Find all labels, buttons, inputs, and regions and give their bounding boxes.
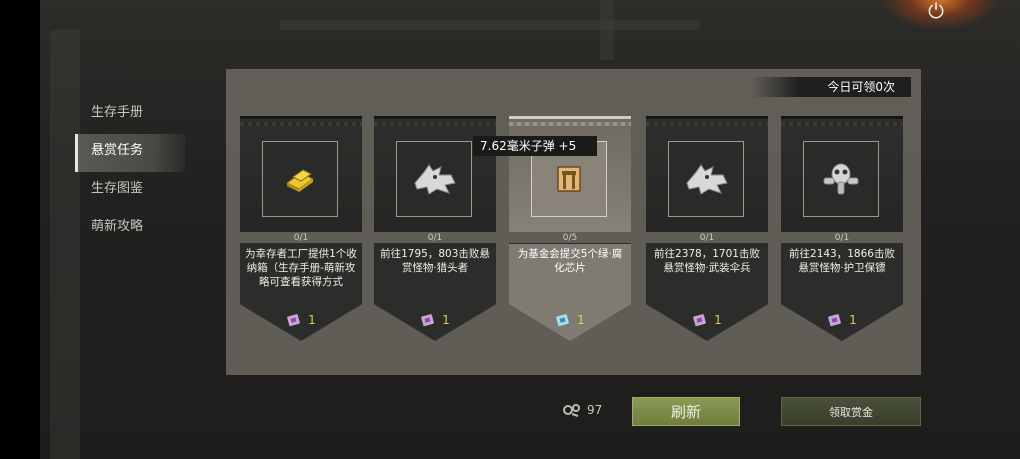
background-beam bbox=[280, 20, 700, 30]
gasmask-icon bbox=[803, 141, 879, 217]
card-header bbox=[646, 116, 768, 232]
task-description: 为基金会提交5个绿·腐化芯片 bbox=[517, 248, 623, 274]
task-progress: 0/1 bbox=[427, 233, 443, 243]
chip-reward-icon bbox=[693, 314, 707, 327]
reward-count: 1 bbox=[577, 313, 585, 327]
bounty-card[interactable]: 0/1 为幸存者工厂提供1个收纳箱（生存手册-萌新攻略可查看获得方式 1 bbox=[240, 116, 362, 341]
task-description: 前往2143，1866击败悬赏怪物·护卫保镖 bbox=[789, 248, 895, 274]
chip-reward-icon bbox=[421, 314, 435, 327]
card-header bbox=[781, 116, 903, 232]
bounty-card[interactable]: 0/1 前往2143，1866击败悬赏怪物·护卫保镖 1 bbox=[781, 116, 903, 341]
card-body: 前往1795，803击败悬赏怪物·猎头者 1 bbox=[374, 244, 496, 341]
task-progress: 0/1 bbox=[293, 233, 309, 243]
reward-count: 1 bbox=[308, 313, 316, 327]
card-body: 前往2378，1701击败悬赏怪物·武装伞兵 1 bbox=[646, 244, 768, 341]
card-header bbox=[240, 116, 362, 232]
task-progress: 0/1 bbox=[699, 233, 715, 243]
chip-reward-icon bbox=[287, 314, 301, 327]
task-description: 前往1795，803击败悬赏怪物·猎头者 bbox=[380, 248, 490, 274]
sidebar-item-beginner-guide[interactable]: 萌新攻略 bbox=[75, 210, 185, 248]
reward-count: 1 bbox=[442, 313, 450, 327]
sidebar-item-survival-codex[interactable]: 生存图鉴 bbox=[75, 172, 185, 210]
wolf-head-icon bbox=[668, 141, 744, 217]
divider bbox=[374, 243, 496, 244]
refresh-button[interactable]: 刷新 bbox=[632, 397, 740, 426]
daily-claims-label: 今日可领0次 bbox=[751, 77, 911, 97]
currency-display: 97 bbox=[562, 402, 602, 418]
reward-count: 1 bbox=[849, 313, 857, 327]
reward: 1 bbox=[646, 311, 768, 329]
gear-parts-icon bbox=[563, 404, 580, 417]
reward: 1 bbox=[509, 311, 631, 329]
card-header bbox=[374, 116, 496, 232]
currency-value: 97 bbox=[587, 403, 603, 417]
card-header bbox=[509, 116, 631, 232]
divider bbox=[509, 243, 631, 244]
divider bbox=[240, 243, 362, 244]
task-progress: 0/1 bbox=[834, 233, 850, 243]
divider bbox=[646, 243, 768, 244]
side-menu: 生存手册 悬赏任务 生存图鉴 萌新攻略 bbox=[75, 96, 185, 248]
task-description: 前往2378，1701击败悬赏怪物·武装伞兵 bbox=[654, 248, 760, 274]
claim-bounty-button[interactable]: 领取赏金 bbox=[781, 397, 921, 426]
card-body: 前往2143，1866击败悬赏怪物·护卫保镖 1 bbox=[781, 244, 903, 341]
bounty-panel: 今日可领0次 0/1 为幸存者工厂提供1个收纳箱（生存手册-萌新攻略可查看获得方… bbox=[226, 69, 921, 375]
card-body: 为幸存者工厂提供1个收纳箱（生存手册-萌新攻略可查看获得方式 1 bbox=[240, 244, 362, 341]
card-body: 为基金会提交5个绿·腐化芯片 1 bbox=[509, 244, 631, 341]
gold-bars-icon bbox=[262, 141, 338, 217]
task-description: 为幸存者工厂提供1个收纳箱（生存手册-萌新攻略可查看获得方式 bbox=[245, 248, 357, 288]
sidebar-item-bounty-tasks[interactable]: 悬赏任务 bbox=[75, 134, 185, 172]
reward: 1 bbox=[240, 311, 362, 329]
bounty-card[interactable]: 0/1 前往2378，1701击败悬赏怪物·武装伞兵 1 bbox=[646, 116, 768, 341]
task-progress: 0/5 bbox=[562, 233, 578, 243]
reward: 1 bbox=[374, 311, 496, 329]
wolf-head-icon bbox=[396, 141, 472, 217]
power-icon[interactable]: ⏻ bbox=[922, 0, 950, 24]
divider bbox=[781, 243, 903, 244]
reward-tooltip: 7.62毫米子弹 +5 bbox=[473, 136, 597, 156]
chip-reward-icon bbox=[828, 314, 842, 327]
chip-reward-icon bbox=[556, 314, 570, 327]
background-pipe bbox=[600, 0, 614, 60]
reward-count: 1 bbox=[714, 313, 722, 327]
sidebar-item-survival-manual[interactable]: 生存手册 bbox=[75, 96, 185, 134]
reward: 1 bbox=[781, 311, 903, 329]
